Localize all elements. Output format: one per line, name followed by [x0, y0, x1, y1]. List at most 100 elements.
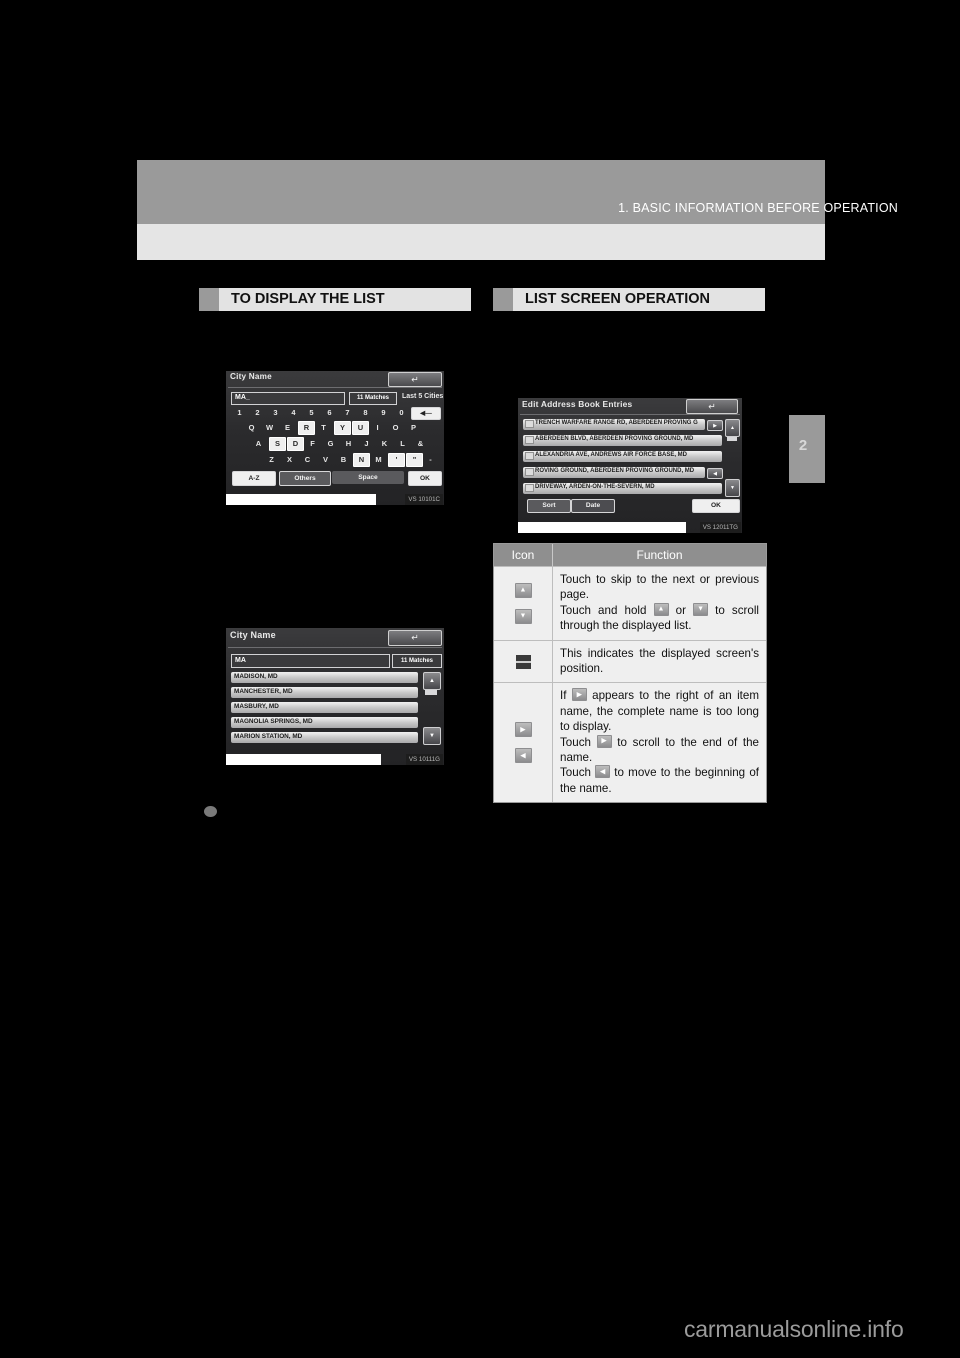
- list-item-label: DRIVEWAY, ARDEN-ON-THE-SEVERN, MD: [535, 484, 655, 490]
- list-item[interactable]: MARION STATION, MD: [231, 732, 418, 743]
- list-item[interactable]: DRIVEWAY, ARDEN-ON-THE-SEVERN, MD: [523, 483, 722, 494]
- key-S[interactable]: S: [269, 437, 286, 451]
- key-R[interactable]: R: [298, 421, 315, 435]
- list-item[interactable]: MASBURY, MD: [231, 702, 418, 713]
- table-cell-function: Touch to skip to the next or previous pa…: [552, 567, 766, 640]
- row3-text-b: appears to the right of an item name, th…: [560, 689, 759, 734]
- list-item[interactable]: MAGNOLIA SPRINGS, MD: [231, 717, 418, 728]
- key-V[interactable]: V: [320, 455, 331, 464]
- matches-count-chip[interactable]: 11 Matches: [349, 392, 397, 405]
- page-up-icon[interactable]: ▲: [423, 672, 441, 690]
- list-item[interactable]: ROVING GROUND, ABERDEEN PROVING GROUND, …: [523, 467, 705, 478]
- scroll-right-icon[interactable]: ▶: [707, 420, 723, 431]
- list-item[interactable]: MADISON, MD: [231, 672, 418, 683]
- key-H[interactable]: H: [343, 439, 354, 448]
- key-G[interactable]: G: [325, 439, 336, 448]
- title-underline: [228, 647, 442, 648]
- matches-count-chip[interactable]: 11 Matches: [392, 654, 442, 668]
- down-arrow-glyph: ▼: [697, 605, 705, 613]
- key-Z[interactable]: Z: [266, 455, 277, 464]
- key-1[interactable]: 1: [234, 408, 245, 417]
- section-header-to-display-the-list: TO DISPLAY THE LIST: [199, 288, 471, 311]
- key-9[interactable]: 9: [378, 408, 389, 417]
- key-7[interactable]: 7: [342, 408, 353, 417]
- key-hyphen[interactable]: -: [425, 455, 436, 464]
- list-item-label: ROVING GROUND, ABERDEEN PROVING GROUND, …: [535, 468, 695, 474]
- table-header-row: Icon Function: [494, 544, 766, 566]
- space-button[interactable]: Space: [332, 471, 404, 484]
- column-header-icon: Icon: [511, 548, 535, 562]
- key-X[interactable]: X: [284, 455, 295, 464]
- key-2[interactable]: 2: [252, 408, 263, 417]
- key-N[interactable]: N: [353, 453, 370, 467]
- key-quote[interactable]: ": [406, 453, 423, 467]
- city-name-input-value: MA: [235, 657, 246, 664]
- key-K[interactable]: K: [379, 439, 390, 448]
- scroll-left-icon: ◀: [514, 748, 532, 764]
- key-I[interactable]: I: [372, 423, 383, 432]
- ok-button[interactable]: OK: [692, 499, 740, 513]
- list-item[interactable]: ALEXANDRIA AVE, ANDREWS AIR FORCE BASE, …: [523, 451, 722, 462]
- key-W[interactable]: W: [264, 423, 275, 432]
- scroll-left-icon: ◀: [595, 765, 611, 779]
- key-8[interactable]: 8: [360, 408, 371, 417]
- key-B[interactable]: B: [338, 455, 349, 464]
- page-down-icon[interactable]: ▼: [725, 479, 740, 497]
- key-6[interactable]: 6: [324, 408, 335, 417]
- key-T[interactable]: T: [318, 423, 329, 432]
- key-C[interactable]: C: [302, 455, 313, 464]
- list-item[interactable]: MANCHESTER, MD: [231, 687, 418, 698]
- key-5[interactable]: 5: [306, 408, 317, 417]
- key-3[interactable]: 3: [270, 408, 281, 417]
- last-5-cities-label[interactable]: Last 5 Cities: [402, 393, 443, 400]
- down-arrow-glyph: ▼: [429, 733, 435, 739]
- a-z-button[interactable]: A-Z: [232, 471, 276, 486]
- ok-button[interactable]: OK: [408, 471, 442, 486]
- list-item[interactable]: ABERDEEN BLVD, ABERDEEN PROVING GROUND, …: [523, 435, 722, 446]
- right-arrow-glyph: ▶: [601, 737, 607, 745]
- chapter-number: 2: [798, 437, 808, 454]
- delete-backspace-icon[interactable]: ◀—: [411, 407, 441, 420]
- key-ampersand[interactable]: &: [415, 439, 426, 448]
- section-marker-swatch: [493, 288, 513, 311]
- key-4[interactable]: 4: [288, 408, 299, 417]
- key-E[interactable]: E: [282, 423, 293, 432]
- city-name-input[interactable]: MA_: [231, 392, 345, 405]
- key-P[interactable]: P: [408, 423, 419, 432]
- address-entry-icon: [525, 452, 534, 460]
- scroll-left-icon[interactable]: ◀: [707, 468, 723, 479]
- device-screen-title: Edit Address Book Entries: [522, 399, 633, 409]
- list-item-label: MADISON, MD: [234, 673, 278, 680]
- key-Y[interactable]: Y: [334, 421, 351, 435]
- key-L[interactable]: L: [397, 439, 408, 448]
- page-up-icon[interactable]: ▲: [725, 419, 740, 437]
- right-arrow-glyph: ▶: [576, 691, 582, 699]
- page-header-title: 1. BASIC INFORMATION BEFORE OPERATION: [618, 201, 898, 215]
- left-arrow-glyph: ◀: [713, 470, 717, 477]
- date-button[interactable]: Date: [571, 499, 615, 513]
- back-button[interactable]: ↵: [686, 399, 738, 414]
- list-item[interactable]: TRENCH WARFARE RANGE RD, ABERDEEN PROVIN…: [523, 419, 705, 430]
- back-button[interactable]: ↵: [388, 630, 442, 646]
- key-apostrophe[interactable]: ': [388, 453, 405, 467]
- key-F[interactable]: F: [307, 439, 318, 448]
- table-cell-function: This indicates the displayed screen's po…: [552, 640, 766, 683]
- page-up-icon: ▲: [653, 602, 669, 616]
- page-down-icon[interactable]: ▼: [423, 727, 441, 745]
- key-Q[interactable]: Q: [246, 423, 257, 432]
- back-button[interactable]: ↵: [388, 372, 442, 387]
- row1-text-b: Touch and hold: [560, 603, 654, 617]
- key-O[interactable]: O: [390, 423, 401, 432]
- others-button[interactable]: Others: [279, 471, 331, 486]
- sort-button[interactable]: Sort: [527, 499, 571, 513]
- key-0[interactable]: 0: [396, 408, 407, 417]
- city-name-input[interactable]: MA: [231, 654, 390, 668]
- address-entry-icon: [525, 436, 534, 444]
- key-D[interactable]: D: [287, 437, 304, 451]
- key-U[interactable]: U: [352, 421, 369, 435]
- key-J[interactable]: J: [361, 439, 372, 448]
- screen-position-indicator-icon: [515, 654, 531, 669]
- caption-bar: [518, 522, 686, 533]
- key-A[interactable]: A: [253, 439, 264, 448]
- key-M[interactable]: M: [373, 455, 384, 464]
